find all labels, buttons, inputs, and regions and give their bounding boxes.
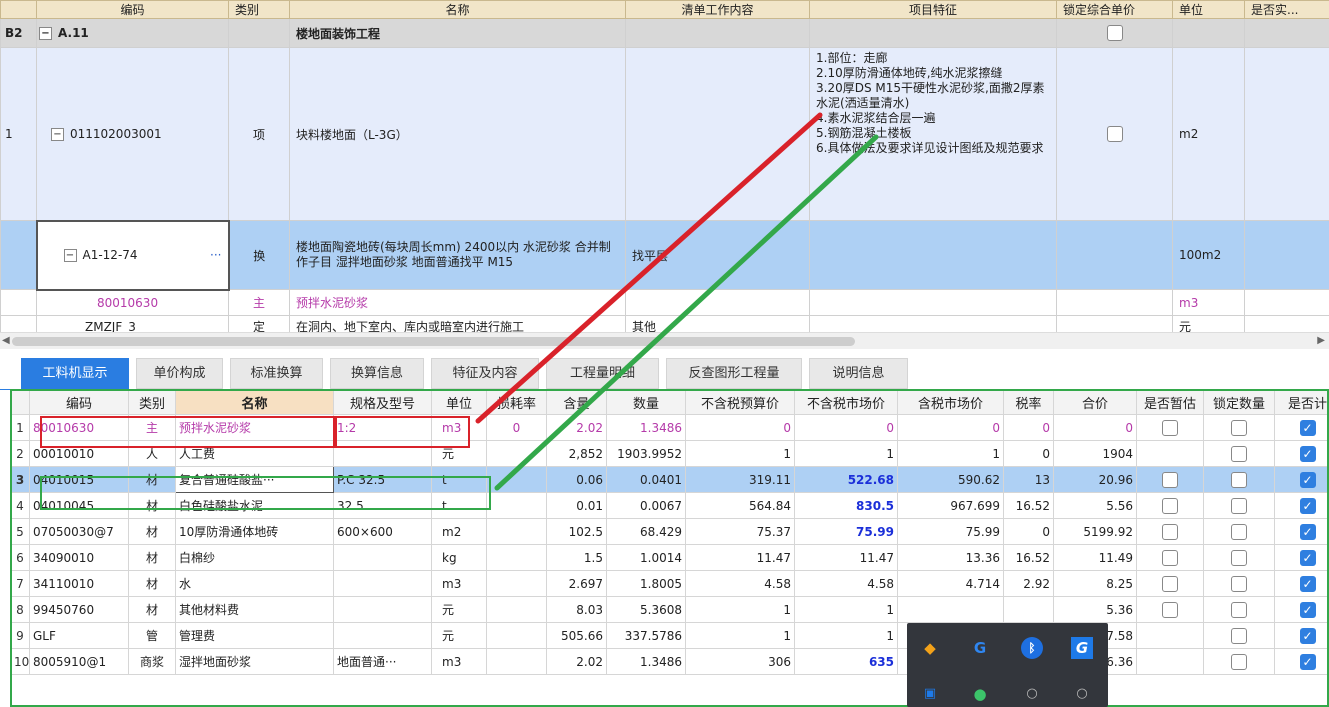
bluetooth-icon[interactable]: ᛒ xyxy=(1021,637,1043,659)
wechat-icon[interactable]: ● xyxy=(969,683,991,705)
tab-price-composition[interactable]: 单价构成 xyxy=(136,358,223,389)
fee-code: ZMZJF_3 xyxy=(36,315,229,332)
header-unit[interactable]: 单位 xyxy=(1172,0,1245,19)
sub-type: 换 xyxy=(228,220,290,290)
top-grid-header: 编码 类别 名称 清单工作内容 项目特征 锁定综合单价 单位 是否实... xyxy=(0,0,1329,19)
header-type[interactable]: 类别 xyxy=(228,0,290,19)
scroll-left-icon[interactable]: ◀ xyxy=(2,335,10,346)
detail-tabs: 工料机显示 单价构成 标准换算 换算信息 特征及内容 工程量明细 反查图形工程量… xyxy=(0,350,1329,390)
bill-item-row[interactable]: 1 −011102003001 项 块料楼地面（L-3G） 1.部位：走廊 2.… xyxy=(0,47,1329,221)
section-name: 楼地面装饰工程 xyxy=(289,18,626,48)
row-index: B2 xyxy=(0,18,37,48)
tab-quantity-detail[interactable]: 工程量明细 xyxy=(546,358,659,389)
scroll-right-icon[interactable]: ▶ xyxy=(1317,335,1325,346)
item-description[interactable]: 1.部位：走廊 2.10厚防滑通体地砖,纯水泥浆擦缝 3.20厚DS M15干硬… xyxy=(809,47,1057,221)
collapse-icon[interactable]: − xyxy=(39,27,52,40)
tab-conversion-info[interactable]: 换算信息 xyxy=(330,358,424,389)
tab-reverse-graphic-quantity[interactable]: 反查图形工程量 xyxy=(666,358,802,389)
sub-code[interactable]: A1-12-74 xyxy=(83,248,138,262)
header-lock-price[interactable]: 锁定综合单价 xyxy=(1056,0,1173,19)
system-tray-overflow: ◆ G ᛒ G ▣ ● ○ ○ xyxy=(907,623,1108,707)
g-blue-icon[interactable]: G xyxy=(1071,637,1093,659)
tab-standard-conversion[interactable]: 标准换算 xyxy=(230,358,323,389)
horizontal-scrollbar[interactable]: ◀ ▶ xyxy=(0,332,1329,349)
g-icon[interactable]: G xyxy=(969,637,991,659)
material-row[interactable]: 80010630 主 预拌水泥砂浆 m3 xyxy=(0,289,1329,316)
item-name: 块料楼地面（L-3G） xyxy=(289,47,626,221)
user2-icon[interactable]: ○ xyxy=(1071,683,1093,705)
folder-icon[interactable]: ▣ xyxy=(919,683,941,705)
item-unit: m2 xyxy=(1172,47,1245,221)
header-feature[interactable]: 项目特征 xyxy=(809,0,1057,19)
user-icon[interactable]: ○ xyxy=(1021,683,1043,705)
tab-features-content[interactable]: 特征及内容 xyxy=(431,358,539,389)
item-code: 011102003001 xyxy=(70,126,162,141)
section-code: A.11 xyxy=(58,26,89,40)
sub-name: 楼地面陶瓷地砖(每块周长mm) 2400以内 水泥砂浆 合并制作子目 湿拌地面砂… xyxy=(289,220,626,290)
red-annotation-box xyxy=(40,416,335,448)
header-name[interactable]: 名称 xyxy=(289,0,626,19)
tab-description-info[interactable]: 说明信息 xyxy=(809,358,908,389)
lock-price-checkbox[interactable] xyxy=(1106,25,1123,41)
sub-work: 找平层 xyxy=(625,220,810,290)
scrollbar-thumb[interactable] xyxy=(12,337,855,346)
header-code[interactable]: 编码 xyxy=(36,0,229,19)
header-work[interactable]: 清单工作内容 xyxy=(625,0,810,19)
shield-icon[interactable]: ◆ xyxy=(919,637,941,659)
material-code: 80010630 xyxy=(36,289,229,316)
lock-price-checkbox[interactable] xyxy=(1106,126,1123,142)
collapse-icon[interactable]: − xyxy=(51,127,64,141)
material-unit: m3 xyxy=(1172,289,1245,316)
sub-item-selected-row[interactable]: − A1-12-74 ··· 换 楼地面陶瓷地砖(每块周长mm) 2400以内 水泥… xyxy=(0,219,1329,291)
more-icon[interactable]: ··· xyxy=(210,248,221,262)
fee-unit: 元 xyxy=(1172,315,1245,332)
green-annotation-box-2 xyxy=(40,476,491,510)
section-row[interactable]: B2 − A.11 楼地面装饰工程 xyxy=(0,18,1329,48)
material-name: 预拌水泥砂浆 xyxy=(289,289,626,316)
row-index: 1 xyxy=(0,47,37,221)
tab-labor-material[interactable]: 工料机显示 xyxy=(21,358,129,389)
fee-work: 其他 xyxy=(625,315,810,332)
collapse-icon[interactable]: − xyxy=(63,249,77,262)
red-annotation-box-2 xyxy=(335,416,470,448)
header-extra[interactable]: 是否实... xyxy=(1244,0,1329,19)
material-type: 主 xyxy=(228,289,290,316)
sub-unit: 100m2 xyxy=(1172,220,1245,290)
fee-row[interactable]: ZMZJF_3 定 在洞内、地下室内、库内或暗室内进行施工 其他 元 xyxy=(0,315,1329,332)
top-grid: 编码 类别 名称 清单工作内容 项目特征 锁定综合单价 单位 是否实... B2… xyxy=(0,0,1329,332)
item-type: 项 xyxy=(228,47,290,221)
fee-name: 在洞内、地下室内、库内或暗室内进行施工 xyxy=(289,315,626,332)
fee-type: 定 xyxy=(228,315,290,332)
